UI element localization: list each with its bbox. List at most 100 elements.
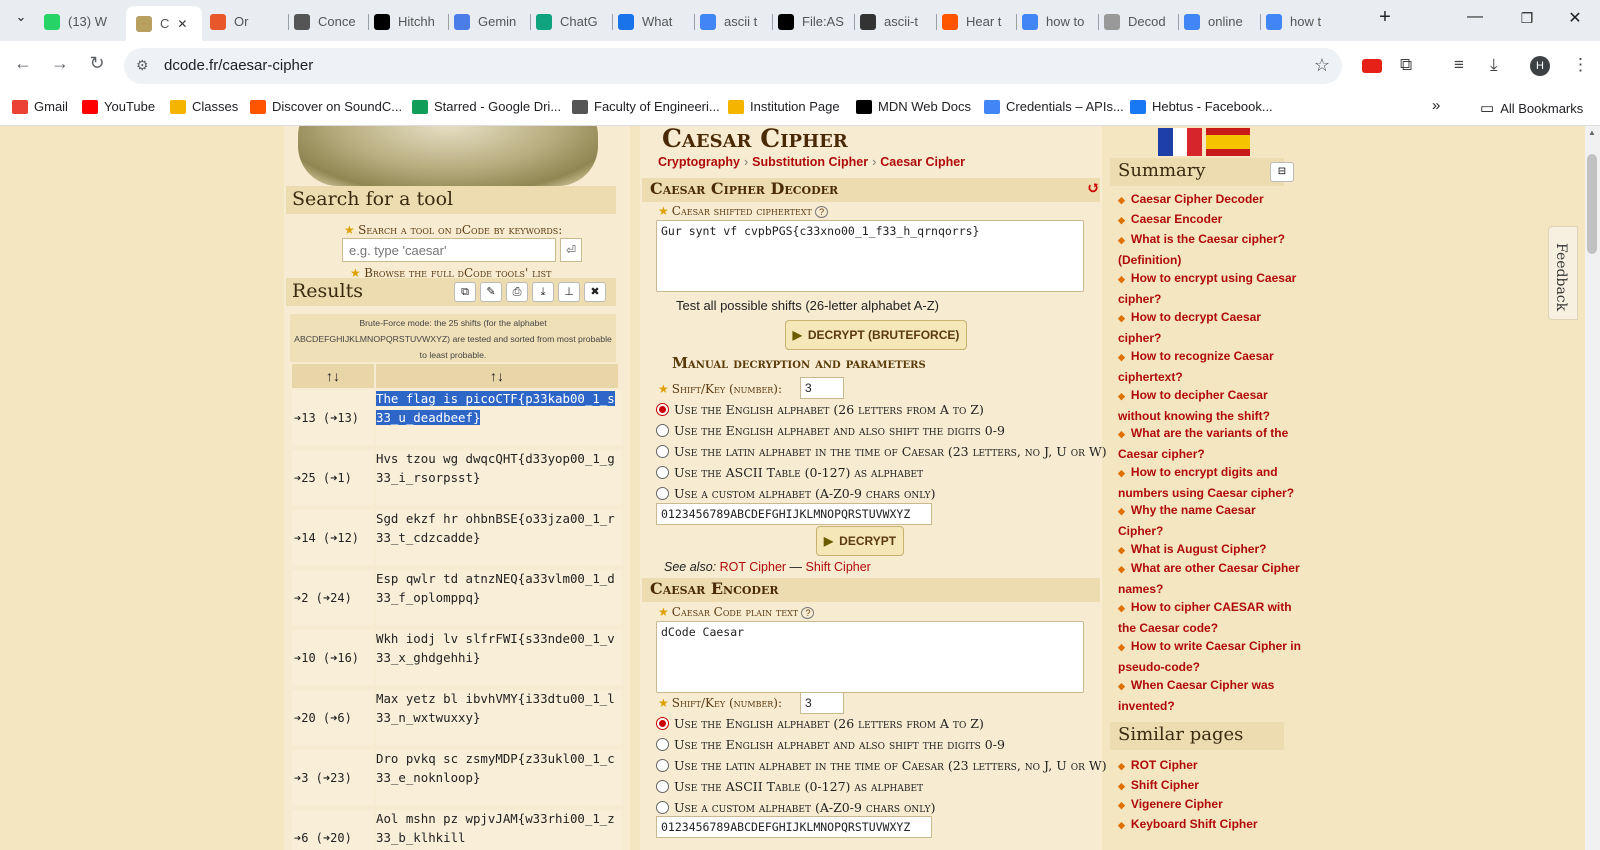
youtube-extension-icon[interactable]	[1362, 59, 1382, 73]
scroll-up-icon[interactable]: ▲	[1588, 128, 1596, 137]
radio-button[interactable]	[656, 445, 669, 458]
ciphertext-input[interactable]: Gur synt vf cvpbPGS{c33xno00_1_f33_h_qrn…	[656, 220, 1084, 292]
similar-link[interactable]: ◆ Vigenere Cipher	[1118, 795, 1302, 816]
tab-search-icon[interactable]: ⌄	[6, 9, 36, 25]
profile-avatar[interactable]: H	[1530, 56, 1550, 76]
breadcrumb-item[interactable]: Caesar Cipher	[880, 155, 965, 169]
tab-4[interactable]: Hitchh	[374, 8, 444, 35]
new-tab-button[interactable]: +	[1370, 6, 1400, 29]
dec-alphabet-option-2[interactable]: Use the latin alphabet in the time of Ca…	[656, 444, 1107, 459]
scrollbar-thumb[interactable]	[1587, 154, 1597, 254]
summary-link[interactable]: ◆ Why the name Caesar Cipher?	[1118, 501, 1302, 541]
dec-alphabet-option-3[interactable]: Use the ASCII Table (0-127) as alphabet	[656, 465, 923, 480]
spanish-flag-icon[interactable]	[1206, 128, 1250, 156]
media-control-icon[interactable]: ≡	[1454, 55, 1464, 75]
close-window-button[interactable]: ✕	[1560, 8, 1590, 28]
table-row[interactable]: ➔20 (➜6) Max yetz bl ibvhVMY{i33dtu00_1_l…	[292, 690, 622, 747]
enc-alphabet-option-3[interactable]: Use the ASCII Table (0-127) as alphabet	[656, 779, 923, 794]
radio-button[interactable]	[656, 424, 669, 437]
tab-9[interactable]: File:AS	[778, 8, 848, 35]
tab-10[interactable]: ascii-t	[860, 8, 930, 35]
tab-11[interactable]: Hear t	[942, 8, 1010, 35]
bruteforce-button[interactable]: ▶ DECRYPT (BRUTEFORCE)	[785, 320, 967, 350]
radio-button[interactable]	[656, 466, 669, 479]
bookmark-2[interactable]: Classes	[170, 99, 238, 114]
table-row[interactable]: ➔25 (➜1) Hvs tzou wg dwqcQHT{d33yop00_1_g…	[292, 450, 622, 507]
bookmark-4[interactable]: Starred - Google Dri...	[412, 99, 561, 114]
breadcrumb-item[interactable]: Substitution Cipher	[752, 155, 868, 169]
tab-6[interactable]: ChatG	[536, 8, 606, 35]
edit-icon[interactable]: ✎	[480, 282, 502, 302]
print-icon[interactable]: ⎙	[506, 282, 528, 302]
summary-link[interactable]: ◆ How to cipher CAESAR with the Caesar co…	[1118, 598, 1302, 638]
restore-button[interactable]: ❐	[1512, 10, 1542, 27]
similar-link[interactable]: ◆ Shift Cipher	[1118, 776, 1302, 797]
extensions-icon[interactable]: ⧉	[1400, 55, 1412, 75]
radio-button[interactable]	[656, 403, 669, 416]
radio-button[interactable]	[656, 759, 669, 772]
tab-8[interactable]: ascii t	[700, 8, 766, 35]
breadcrumb-item[interactable]: Cryptography	[658, 155, 740, 169]
close-tab-icon[interactable]: ✕	[177, 17, 187, 31]
tab-2[interactable]: Or	[210, 8, 282, 35]
bookmark-star-icon[interactable]: ☆	[1314, 55, 1330, 76]
bookmark-8[interactable]: Credentials – APIs...	[984, 99, 1124, 114]
bookmark-7[interactable]: MDN Web Docs	[856, 99, 971, 114]
table-row[interactable]: ➔10 (➜16) Wkh iodj lv slfrFWI{s33nde00_1_…	[292, 630, 622, 687]
reload-button[interactable]: ↻	[84, 53, 110, 74]
tab-12[interactable]: how to	[1022, 8, 1092, 35]
collapse-summary-icon[interactable]: ⊟	[1270, 162, 1294, 182]
tab-0[interactable]: (13) W	[44, 8, 114, 35]
radio-button[interactable]	[656, 738, 669, 751]
pin-icon[interactable]: ⊥	[558, 282, 580, 302]
summary-link[interactable]: ◆ How to write Caesar Cipher in pseudo-co…	[1118, 637, 1302, 677]
copy-icon[interactable]: ⧉	[454, 282, 476, 302]
enc-alphabet-option-2[interactable]: Use the latin alphabet in the time of Ca…	[656, 758, 1107, 773]
back-button[interactable]: ←	[10, 53, 36, 74]
summary-link[interactable]: ◆ How to decipher Caesar without knowing …	[1118, 386, 1302, 426]
bookmark-9[interactable]: Hebtus - Facebook...	[1130, 99, 1273, 114]
summary-link[interactable]: ◆ What are the variants of the Caesar cip…	[1118, 424, 1302, 464]
radio-button[interactable]	[656, 801, 669, 814]
bookmark-6[interactable]: Institution Page	[728, 99, 840, 114]
download-results-icon[interactable]: ⤓	[532, 282, 554, 302]
tab-7[interactable]: What	[618, 8, 686, 35]
bookmark-1[interactable]: YouTube	[82, 99, 155, 114]
summary-link[interactable]: ◆ How to encrypt using Caesar cipher?	[1118, 269, 1302, 309]
summary-link[interactable]: ◆ What is the Caesar cipher? (Definition)	[1118, 230, 1302, 270]
bookmark-3[interactable]: Discover on SoundC...	[250, 99, 402, 114]
help-icon[interactable]: ?	[815, 206, 829, 218]
summary-link[interactable]: ◆ How to decrypt Caesar cipher?	[1118, 308, 1302, 348]
radio-button[interactable]	[656, 717, 669, 730]
close-results-icon[interactable]: ✖	[584, 282, 606, 302]
summary-link[interactable]: ◆ When Caesar Cipher was invented?	[1118, 676, 1302, 716]
help-icon[interactable]: ?	[801, 607, 815, 619]
site-info-icon[interactable]: ⚙	[136, 57, 149, 74]
page-scrollbar[interactable]: ▲	[1585, 126, 1600, 850]
french-flag-icon[interactable]	[1158, 128, 1203, 156]
summary-link[interactable]: ◆ How to recognize Caesar ciphertext?	[1118, 347, 1302, 387]
menu-icon[interactable]: ⋮	[1572, 55, 1589, 75]
tab-13[interactable]: Decod	[1104, 8, 1172, 35]
tab-14[interactable]: online	[1184, 8, 1254, 35]
radio-button[interactable]	[656, 487, 669, 500]
dec-alphabet-option-0[interactable]: Use the English alphabet (26 letters fro…	[656, 402, 984, 417]
download-icon[interactable]: ⤓	[1490, 55, 1498, 75]
dec-alphabet-option-4[interactable]: Use a custom alphabet (A-Z0-9 chars only…	[656, 486, 936, 501]
reset-icon[interactable]: ↺	[1087, 178, 1100, 197]
tab-3[interactable]: Conce	[294, 8, 362, 35]
search-input[interactable]	[342, 238, 556, 262]
enc-alphabet-option-1[interactable]: Use the English alphabet and also shift …	[656, 737, 1005, 752]
summary-link[interactable]: ◆ What is August Cipher?	[1118, 540, 1302, 561]
bookmark-0[interactable]: Gmail	[12, 99, 68, 114]
custom-alphabet-input[interactable]: 0123456789ABCDEFGHIJKLMNOPQRSTUVWXYZ	[656, 503, 932, 525]
shift-input[interactable]: 3	[800, 377, 844, 399]
enc-alphabet-option-4[interactable]: Use a custom alphabet (A-Z0-9 chars only…	[656, 800, 936, 815]
table-row[interactable]: ➔3 (➜23) Dro pvkq sc zsmyMDP{z33ukl00_1_c…	[292, 750, 622, 807]
radio-button[interactable]	[656, 780, 669, 793]
plaintext-input[interactable]: dCode Caesar	[656, 621, 1084, 693]
enc-alphabet-option-0[interactable]: Use the English alphabet (26 letters fro…	[656, 716, 984, 731]
sort-text-header[interactable]: ↑↓	[376, 364, 618, 388]
sort-shift-header[interactable]: ↑↓	[292, 364, 374, 388]
decrypt-button[interactable]: ▶ DECRYPT	[816, 526, 904, 556]
